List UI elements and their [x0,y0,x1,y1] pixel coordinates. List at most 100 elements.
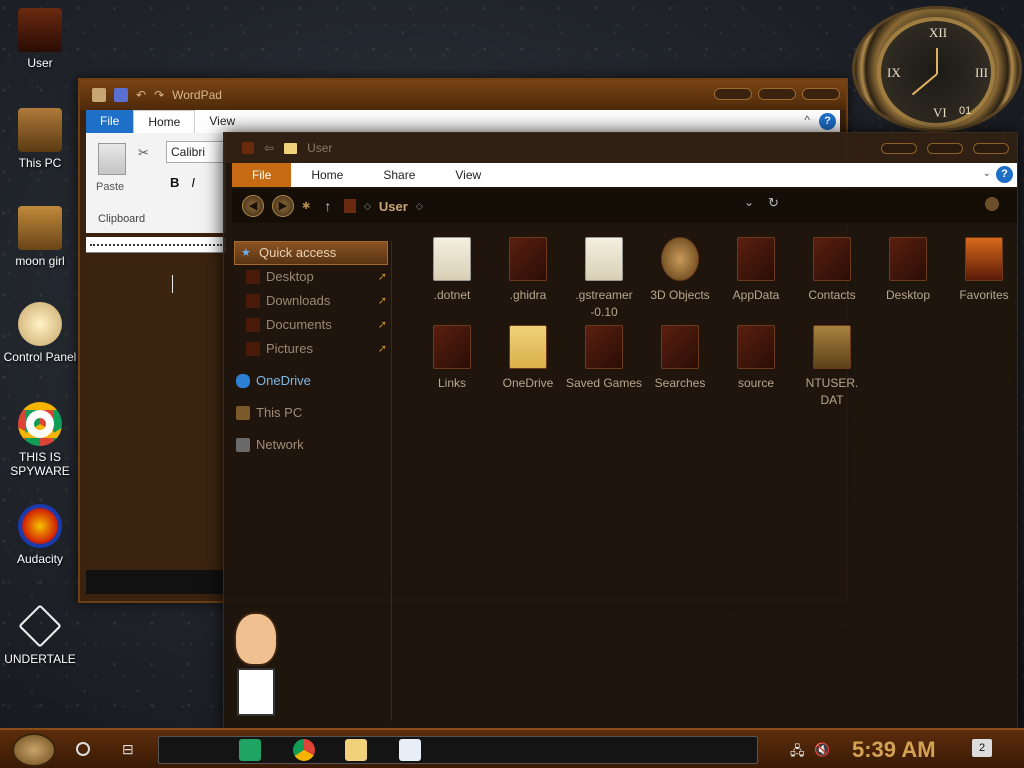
sidebar-item-desktop[interactable]: Desktop ➚ [232,265,391,289]
desktop-icon-user[interactable]: User [0,8,80,70]
pin-icon[interactable]: ➚ [378,289,387,313]
notification-center-icon[interactable]: 2 [972,739,992,757]
list-item[interactable]: Searches [641,325,719,392]
list-item[interactable]: source [717,325,795,392]
redo-icon[interactable]: ↷ [154,88,164,102]
chevron-down-icon[interactable]: ⌄ [983,168,991,179]
document-area[interactable] [86,257,226,567]
italic-button[interactable]: I [191,175,195,190]
minimize-button[interactable] [714,88,752,100]
undo-icon[interactable]: ↶ [136,88,146,102]
up-arrow-icon[interactable]: ↑ [318,198,337,214]
desktop-folder-icon [889,237,927,281]
tab-home[interactable]: Home [291,163,363,187]
list-item[interactable]: Desktop [869,237,947,304]
clock-hour-hand [936,48,938,74]
tab-share[interactable]: Share [363,163,435,187]
recent-locations-icon[interactable]: ✱ [302,201,310,212]
desktop-icon-chrome[interactable]: THIS IS SPYWARE [0,402,80,478]
close-button[interactable] [973,143,1009,154]
tab-file[interactable]: File [86,110,134,133]
tab-file[interactable]: File [232,163,292,187]
folder-icon [737,325,775,369]
cartoon-character-sticker [232,612,280,724]
sidebar-item-pictures[interactable]: Pictures ➚ [232,337,391,361]
search-icon[interactable] [985,197,999,211]
list-item[interactable]: Contacts [793,237,871,304]
cut-icon[interactable]: ✂ [138,145,149,161]
collapse-ribbon-icon[interactable]: ^ [804,113,810,127]
list-item[interactable]: 3D Objects [641,237,719,304]
chevron-down-icon[interactable]: ⌄ [744,195,754,209]
desktop-icon-moon-girl[interactable]: moon girl [0,206,80,268]
ruler[interactable] [86,237,226,253]
file-name: .dotnet [433,288,471,302]
bold-button[interactable]: B [170,175,179,190]
help-icon[interactable]: ? [819,113,836,130]
3d-objects-icon [661,237,699,281]
pin-icon[interactable]: ➚ [378,265,387,289]
sheets-icon[interactable] [239,739,261,761]
list-item[interactable]: Saved Games [565,325,643,392]
maximize-button[interactable] [927,143,963,154]
properties-icon[interactable]: ⇦ [264,141,274,155]
file-explorer-icon[interactable] [345,739,367,761]
tab-home[interactable]: Home [133,110,196,133]
new-folder-icon[interactable] [284,142,298,154]
sidebar-item-onedrive[interactable]: OneDrive [232,369,391,393]
minimize-button[interactable] [881,143,917,154]
maximize-button[interactable] [758,88,796,100]
list-item[interactable]: Favorites [945,237,1023,304]
list-item[interactable]: .gstreamer -0.10 [565,237,643,321]
list-item[interactable]: AppData [717,237,795,304]
breadcrumb-user[interactable]: User [379,199,408,214]
help-icon[interactable]: ? [996,166,1013,183]
wordpad-icon[interactable] [399,739,421,761]
pin-icon[interactable]: ➚ [378,313,387,337]
back-button[interactable]: ◀ [242,195,264,217]
file-name: Favorites [959,288,1009,302]
explorer-ribbon-tabs: File Home Share View ⌄ ? [232,163,1017,187]
cortana-icon[interactable] [76,742,90,756]
task-view-icon[interactable]: ⊟ [122,741,134,758]
file-icon [585,237,623,281]
desktop-icon-undertale[interactable]: UNDERTALE [0,604,80,666]
paste-icon[interactable] [98,143,126,175]
chrome-icon[interactable] [293,739,315,761]
pictures-folder-icon [246,342,260,356]
desktop-icon-this-pc[interactable]: This PC [0,108,80,170]
tab-view[interactable]: View [435,163,501,187]
save-icon[interactable] [114,88,128,102]
sidebar-item-documents[interactable]: Documents ➚ [232,313,391,337]
start-button[interactable] [12,733,56,767]
list-item[interactable]: NTUSER. DAT [793,325,871,409]
cloud-icon [236,374,250,388]
address-bar[interactable]: ◇ User ◇ [344,193,784,219]
list-item[interactable]: .dotnet [413,237,491,304]
list-item[interactable]: Links [413,325,491,392]
clock-numeral-6: VI [933,105,947,120]
sidebar-item-downloads[interactable]: Downloads ➚ [232,289,391,313]
pin-icon[interactable]: ➚ [378,337,387,361]
sidebar-item-network[interactable]: Network [232,433,391,457]
file-icon [433,237,471,281]
network-icon[interactable]: 🖧 [790,742,805,764]
desktop-icon-control-panel[interactable]: Control Panel [0,302,80,364]
desktop-icon-audacity[interactable]: Audacity [0,504,80,566]
sidebar-item-quick-access[interactable]: ★ Quick access [234,241,388,265]
paste-button[interactable]: Paste [96,181,124,193]
taskbar-clock[interactable]: 5:39 AM [852,737,936,763]
user-folder-icon [18,8,62,52]
clock-numeral-12: XII [929,25,948,40]
tab-view[interactable]: View [195,110,249,133]
forward-button[interactable]: ▶ [272,195,294,217]
list-item[interactable]: .ghidra [489,237,567,304]
close-button[interactable] [802,88,840,100]
volume-muted-icon[interactable]: 🔇 [814,742,830,758]
file-explorer-window[interactable]: ⇦ User File Home Share View ⌄ ? ◀ ▶ ✱ ↑ … [223,132,1018,732]
audacity-icon [18,504,62,548]
sidebar-item-this-pc[interactable]: This PC [232,401,391,425]
refresh-icon[interactable]: ↻ [768,195,779,211]
font-family-dropdown[interactable]: Calibri [166,141,226,163]
list-item[interactable]: OneDrive [489,325,567,392]
